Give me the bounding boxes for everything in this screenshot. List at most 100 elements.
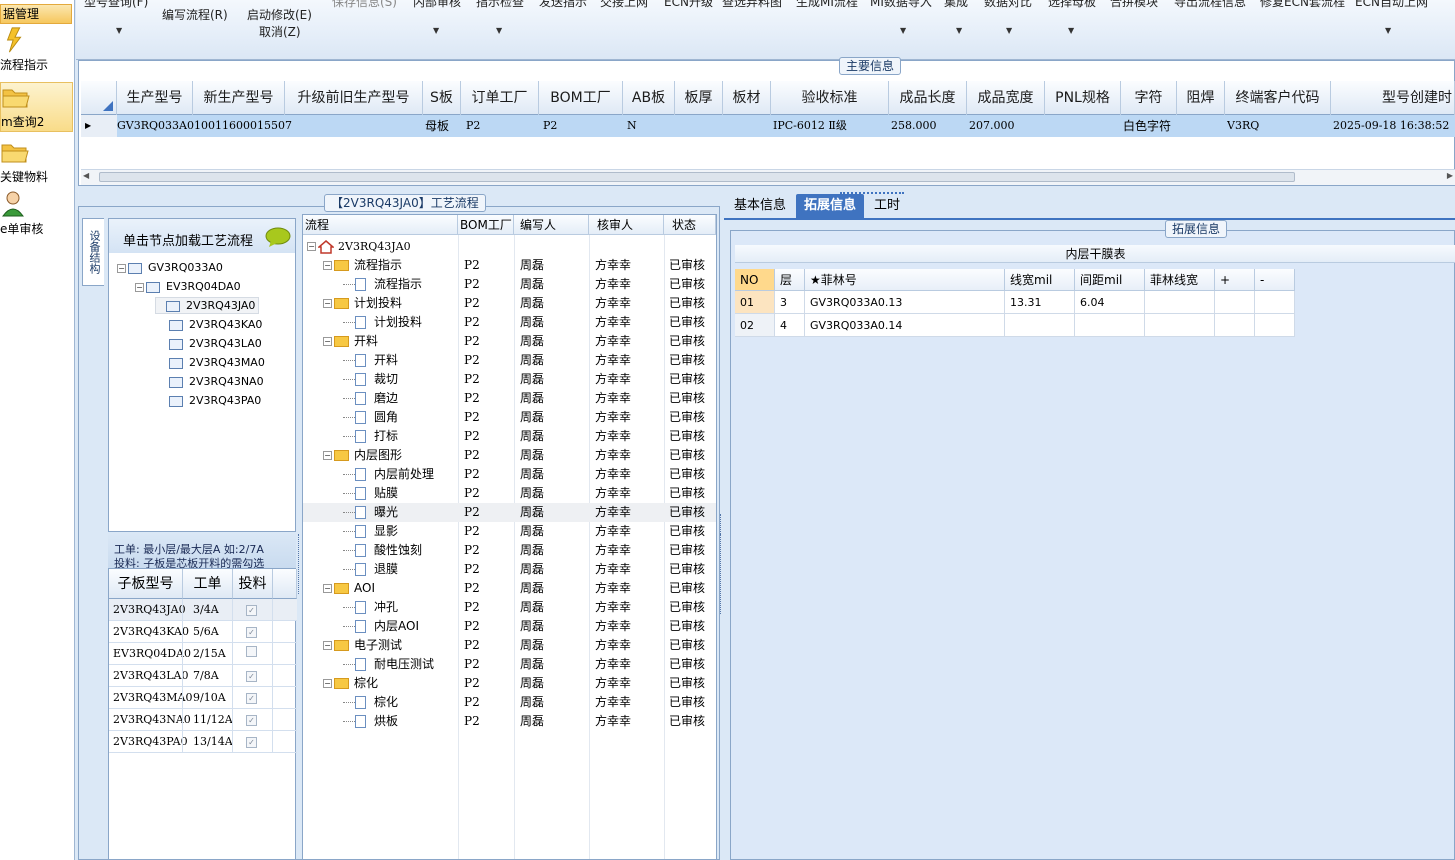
flow-row[interactable]: 贴膜 P2 周磊 方幸幸 已审核: [303, 484, 716, 503]
table-row[interactable]: EV3RQ04DA0 2/15A: [109, 643, 297, 665]
collapse-icon[interactable]: −: [135, 282, 144, 292]
row-selector-corner[interactable]: [81, 81, 117, 115]
ext-cell[interactable]: [1255, 291, 1295, 314]
flow-row[interactable]: 裁切 P2 周磊 方幸幸 已审核: [303, 370, 716, 389]
splitter-handle[interactable]: [298, 534, 301, 594]
nav-item-flow-instruction[interactable]: 流程指示: [0, 26, 73, 80]
col-bom-factory[interactable]: BOM工厂: [539, 81, 623, 115]
flow-row[interactable]: − AOI P2 周磊 方幸幸 已审核: [303, 579, 716, 598]
flow-root-node[interactable]: − 2V3RQ43JA0: [303, 237, 716, 256]
flow-row[interactable]: 开料 P2 周磊 方幸幸 已审核: [303, 351, 716, 370]
collapse-icon[interactable]: −: [323, 261, 332, 270]
tab-extended-info[interactable]: 拓展信息: [796, 194, 865, 218]
flow-row[interactable]: − 计划投料 P2 周磊 方幸幸 已审核: [303, 294, 716, 313]
nav-item-key-material[interactable]: 关键物料: [0, 138, 73, 188]
col-created[interactable]: 型号创建时: [1331, 81, 1455, 115]
flow-row[interactable]: 流程指示 P2 周磊 方幸幸 已审核: [303, 275, 716, 294]
ext-col-header[interactable]: -: [1255, 269, 1295, 291]
flow-row[interactable]: 显影 P2 周磊 方幸幸 已审核: [303, 522, 716, 541]
chevron-down-icon[interactable]: ▼: [433, 26, 439, 35]
data-compare-button[interactable]: 数据对比: [984, 0, 1032, 10]
table-row[interactable]: 2V3RQ43LA0 7/8A ✓: [109, 665, 297, 687]
flow-row[interactable]: 曝光 P2 周磊 方幸幸 已审核: [303, 503, 716, 522]
table-row[interactable]: 2V3RQ43KA0 5/6A ✓: [109, 621, 297, 643]
ext-cell[interactable]: 3: [775, 291, 805, 314]
chevron-down-icon[interactable]: ▼: [1385, 26, 1391, 35]
check-instruction-button[interactable]: 指示检查: [476, 0, 524, 10]
ext-cell[interactable]: [1255, 314, 1295, 337]
chevron-down-icon[interactable]: ▼: [1068, 26, 1074, 35]
ext-cell[interactable]: [1075, 314, 1145, 337]
col-standard[interactable]: 验收标准: [771, 81, 889, 115]
col-new-model[interactable]: 新生产型号: [193, 81, 285, 115]
ecn-upgrade-button[interactable]: ECN升级: [664, 0, 713, 10]
col-length[interactable]: 成品长度: [889, 81, 967, 115]
col-thickness[interactable]: 板厚: [675, 81, 723, 115]
flow-row[interactable]: 棕化 P2 周磊 方幸幸 已审核: [303, 693, 716, 712]
ext-cell[interactable]: 13.31: [1005, 291, 1075, 314]
tree-node-selected[interactable]: 2V3RQ43JA0: [155, 297, 260, 314]
save-info-button[interactable]: 保存信息(S): [332, 0, 397, 10]
col-writer[interactable]: 编写人: [514, 215, 589, 235]
scroll-left-icon[interactable]: ◀: [83, 171, 89, 180]
table-row[interactable]: 2V3RQ43JA0 3/4A ✓: [109, 599, 297, 621]
flow-row[interactable]: − 电子测试 P2 周磊 方幸幸 已审核: [303, 636, 716, 655]
collapse-icon[interactable]: −: [307, 242, 316, 251]
handover-button[interactable]: 交接上网: [600, 0, 648, 10]
export-flow-info-button[interactable]: 导出流程信息: [1174, 0, 1246, 10]
col-material[interactable]: 板材: [723, 81, 771, 115]
horizontal-scrollbar[interactable]: ◀ ▶: [81, 169, 1455, 185]
flow-row[interactable]: 磨边 P2 周磊 方幸幸 已审核: [303, 389, 716, 408]
ext-cell[interactable]: 01: [735, 291, 775, 314]
scrollbar-thumb[interactable]: [99, 172, 1295, 182]
feed-checkbox[interactable]: ✓: [246, 693, 257, 704]
col-char[interactable]: 字符: [1121, 81, 1177, 115]
ext-cell[interactable]: GV3RQ033A0.13: [805, 291, 1005, 314]
flow-row[interactable]: − 棕化 P2 周磊 方幸幸 已审核: [303, 674, 716, 693]
tree-node[interactable]: 2V3RQ43PA0: [169, 394, 261, 407]
scroll-right-icon[interactable]: ▶: [1447, 171, 1453, 180]
feed-checkbox[interactable]: [246, 646, 257, 657]
collapse-icon[interactable]: −: [323, 451, 332, 460]
flow-row[interactable]: 计划投料 P2 周磊 方幸幸 已审核: [303, 313, 716, 332]
flow-row[interactable]: 冲孔 P2 周磊 方幸幸 已审核: [303, 598, 716, 617]
ext-cell[interactable]: [1145, 314, 1215, 337]
flow-row[interactable]: 内层前处理 P2 周磊 方幸幸 已审核: [303, 465, 716, 484]
ext-cell[interactable]: 4: [775, 314, 805, 337]
tree-node-root[interactable]: − GV3RQ033A0: [117, 261, 223, 274]
ext-cell[interactable]: [1215, 291, 1255, 314]
tab-worktime[interactable]: 工时: [866, 194, 908, 218]
feed-checkbox[interactable]: ✓: [246, 737, 257, 748]
chevron-down-icon[interactable]: ▼: [116, 26, 122, 35]
ext-col-header[interactable]: +: [1215, 269, 1255, 291]
chevron-down-icon[interactable]: ▼: [1006, 26, 1012, 35]
tree-node[interactable]: 2V3RQ43KA0: [169, 318, 262, 331]
flow-row[interactable]: 烘板 P2 周磊 方幸幸 已审核: [303, 712, 716, 731]
tree-node[interactable]: 2V3RQ43NA0: [169, 375, 264, 388]
table-row[interactable]: ▶ GV3RQ033A0 10011600015507 母板 P2 P2 N I…: [81, 115, 1455, 137]
scrap-drawing-button[interactable]: 查选弃料图: [722, 0, 782, 10]
flow-row[interactable]: − 流程指示 P2 周磊 方幸幸 已审核: [303, 256, 716, 275]
chevron-down-icon[interactable]: ▼: [496, 26, 502, 35]
col-prod-model[interactable]: 生产型号: [117, 81, 193, 115]
flow-row[interactable]: 耐电压测试 P2 周磊 方幸幸 已审核: [303, 655, 716, 674]
feed-checkbox[interactable]: ✓: [246, 671, 257, 682]
gen-mi-flow-button[interactable]: 生成MI流程: [796, 0, 858, 10]
mi-import-button[interactable]: MI数据导入: [870, 0, 932, 10]
tab-basic-info[interactable]: 基本信息: [726, 194, 794, 218]
cancel-button[interactable]: 取消(Z): [259, 23, 301, 40]
ext-col-header[interactable]: 间距mil: [1075, 269, 1145, 291]
collapse-icon[interactable]: −: [117, 263, 126, 273]
select-mother-board-button[interactable]: 选择母板: [1048, 0, 1096, 10]
collapse-icon[interactable]: −: [323, 337, 332, 346]
tree-node[interactable]: 2V3RQ43MA0: [169, 356, 265, 369]
integrate-button[interactable]: 集成: [944, 0, 968, 10]
ext-cell[interactable]: [1215, 314, 1255, 337]
col-feed[interactable]: 投料: [233, 569, 273, 599]
ext-col-header[interactable]: ★菲林号: [805, 269, 1005, 291]
feed-checkbox[interactable]: ✓: [246, 605, 257, 616]
ext-col-header[interactable]: 层: [775, 269, 805, 291]
col-ab-board[interactable]: AB板: [623, 81, 675, 115]
col-order-factory[interactable]: 订单工厂: [461, 81, 539, 115]
col-pnl[interactable]: PNL规格: [1045, 81, 1121, 115]
